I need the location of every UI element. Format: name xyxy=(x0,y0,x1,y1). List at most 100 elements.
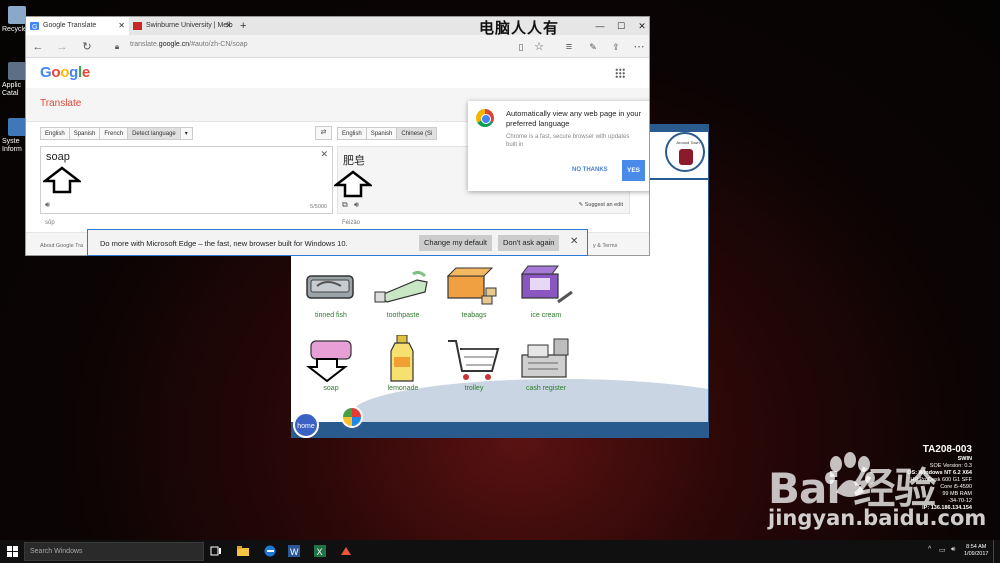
file-explorer-icon[interactable] xyxy=(237,545,249,557)
excel-icon[interactable]: X xyxy=(314,545,326,557)
google-logo-letter: g xyxy=(69,64,78,81)
word-icon[interactable]: W xyxy=(288,545,300,557)
google-logo-letter: G xyxy=(40,64,52,81)
no-thanks-button[interactable]: NO THANKS xyxy=(572,167,608,173)
source-text: soap xyxy=(46,151,70,163)
quiz-item-lemonade[interactable]: lemonade xyxy=(368,334,438,392)
quiz-item-ice-cream[interactable]: ice cream xyxy=(511,262,581,319)
change-default-button[interactable]: Change my default xyxy=(419,235,492,251)
show-desktop-button[interactable] xyxy=(993,540,1000,563)
close-bar-icon[interactable]: ✕ xyxy=(570,236,578,247)
favorite-star-icon[interactable]: ☆ xyxy=(531,39,547,55)
reading-view-icon[interactable]: ▯ xyxy=(513,39,529,55)
yes-button[interactable]: YES xyxy=(622,160,645,181)
up-arrow-annotation-icon xyxy=(334,170,372,198)
address-bar[interactable]: translate.google.cn/#auto/zh-CN/soap xyxy=(130,41,248,48)
promo-heading: Automatically view any web page in your … xyxy=(506,109,642,128)
target-lang-chinese[interactable]: Chinese (Si xyxy=(396,127,438,140)
quiz-item-teabags[interactable]: teabags xyxy=(439,262,509,319)
taskbar-clock[interactable]: 8:54 AM 1/09/2017 xyxy=(964,544,988,558)
target-lang-spanish[interactable]: Spanish xyxy=(365,127,398,140)
dont-ask-again-button[interactable]: Don't ask again xyxy=(498,235,560,251)
jar-icon xyxy=(679,149,693,165)
source-lang-english[interactable]: English xyxy=(40,127,70,140)
volume-icon[interactable]: 🔊︎ xyxy=(951,546,955,554)
clock-date: 1/09/2017 xyxy=(964,551,989,557)
source-lang-detect[interactable]: Detect language xyxy=(127,127,181,140)
system-information-icon xyxy=(8,118,26,136)
svg-text:X: X xyxy=(317,547,323,557)
quiz-item-tinned-fish[interactable]: tinned fish xyxy=(296,262,366,319)
item-label: tinned fish xyxy=(315,312,347,319)
google-logo: Google xyxy=(40,64,90,81)
recycle-bin-icon xyxy=(8,6,26,24)
org-name: SWIN xyxy=(957,456,972,462)
clear-text-icon[interactable]: ✕ xyxy=(320,149,328,160)
tab-close-icon[interactable]: ✕ xyxy=(225,17,232,35)
target-transliteration: Féizào xyxy=(342,220,361,226)
edge-browser-icon[interactable] xyxy=(264,545,276,557)
tab-label: Google Translate xyxy=(43,22,97,29)
desktop-icon-label: Applic Catal xyxy=(2,82,22,97)
trolley-icon xyxy=(439,335,509,381)
hub-icon[interactable]: ≡ xyxy=(561,39,577,55)
tab-close-icon[interactable]: ✕ xyxy=(118,17,125,35)
share-icon[interactable]: ⇪ xyxy=(608,39,624,55)
about-link[interactable]: About Google Tra xyxy=(40,243,83,249)
close-window-button[interactable]: ✕ xyxy=(629,17,649,35)
tray-chevron-icon[interactable]: ^ xyxy=(928,546,931,553)
copy-icon[interactable]: ⧉ xyxy=(342,200,348,210)
lemonade-icon xyxy=(368,334,438,382)
apps-grid-icon[interactable] xyxy=(615,68,625,78)
tab-swinburne[interactable]: Swinburne University | Melb ✕ xyxy=(129,17,236,35)
source-text-area[interactable]: soap ✕ 🔊︎ 5/5000 xyxy=(40,146,333,214)
chrome-logo-icon xyxy=(476,109,494,127)
back-arrow-icon[interactable]: ← xyxy=(30,39,46,55)
taskbar-search-input[interactable]: Search Windows xyxy=(24,542,204,561)
source-lang-spanish[interactable]: Spanish xyxy=(68,127,101,140)
windows-start-icon[interactable] xyxy=(7,546,18,557)
quiz-item-trolley[interactable]: trolley xyxy=(439,335,509,392)
ice-cream-icon xyxy=(511,262,581,308)
around-town-logo: Around Town xyxy=(665,132,705,172)
application-catalog-icon xyxy=(8,62,26,80)
color-wheel-icon[interactable] xyxy=(341,406,363,428)
source-lang-french[interactable]: French xyxy=(99,127,129,140)
forward-arrow-icon[interactable]: → xyxy=(54,39,70,55)
suggest-edit-link[interactable]: ✎ Suggest an edit xyxy=(579,202,623,208)
teabags-icon xyxy=(439,262,509,308)
page-title: Translate xyxy=(40,98,82,109)
tab-google-translate[interactable]: G Google Translate ✕ xyxy=(26,17,129,35)
cash-register-icon xyxy=(511,335,581,381)
watermark-text: 电脑人人有 xyxy=(479,19,560,37)
task-view-icon[interactable] xyxy=(210,545,222,557)
item-label: soap xyxy=(323,385,339,392)
quiz-item-toothpaste[interactable]: toothpaste xyxy=(368,262,438,319)
listen-source-icon[interactable]: 🔊︎ xyxy=(45,200,50,210)
privacy-terms-link[interactable]: y & Terms xyxy=(593,243,617,249)
item-label: toothpaste xyxy=(386,312,420,319)
app-icon[interactable] xyxy=(340,545,352,557)
host-name: TA208-003 xyxy=(922,444,972,455)
swap-languages-icon[interactable]: ⇄ xyxy=(315,126,332,140)
more-icon[interactable]: ⋯ xyxy=(631,39,647,55)
item-label: cash register xyxy=(525,385,567,392)
listen-translation-icon[interactable]: 🔊︎ xyxy=(354,200,359,210)
sysinfo-line: 99 MB RAM xyxy=(942,491,972,497)
url-domain: google.cn xyxy=(158,41,190,48)
source-lang-dropdown[interactable]: ▾ xyxy=(179,127,193,140)
character-count: 5/5000 xyxy=(310,204,327,210)
logo-caption: Around Town xyxy=(676,140,700,145)
refresh-icon[interactable]: ↻ xyxy=(79,39,95,55)
home-button[interactable]: home xyxy=(293,412,319,438)
web-note-icon[interactable]: ✎ xyxy=(585,39,601,55)
new-tab-button[interactable]: + xyxy=(236,17,252,35)
item-label: ice cream xyxy=(530,312,562,319)
network-icon[interactable]: ▭ xyxy=(939,546,946,554)
item-label: lemonade xyxy=(387,385,419,392)
target-lang-english[interactable]: English xyxy=(337,127,367,140)
quiz-item-soap[interactable]: soap xyxy=(296,335,366,392)
quiz-item-cash-register[interactable]: cash register xyxy=(511,335,581,392)
edge-browser-window: G Google Translate ✕ Swinburne Universit… xyxy=(25,16,650,256)
suggest-edit-label: Suggest an edit xyxy=(584,202,623,208)
